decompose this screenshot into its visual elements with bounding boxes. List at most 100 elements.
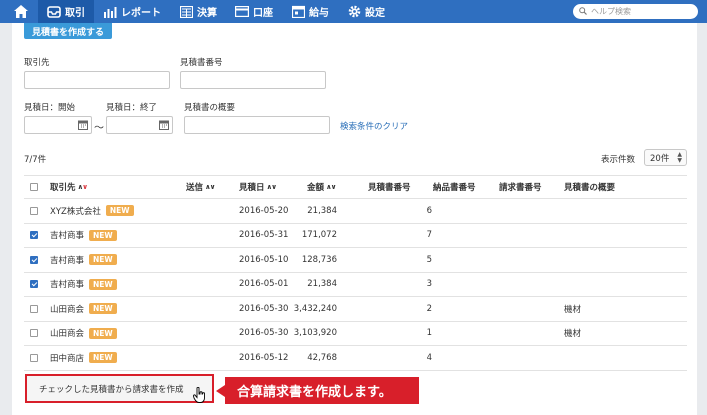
- sort-icon: ∧∨: [77, 183, 88, 191]
- partner-cell[interactable]: 吉村商事 NEW: [50, 273, 117, 297]
- nav-label: 設定: [365, 8, 385, 19]
- row-checkbox[interactable]: [30, 199, 38, 223]
- new-badge: NEW: [89, 352, 117, 364]
- header-delivery-no: 納品書番号: [433, 183, 476, 193]
- new-badge: NEW: [105, 205, 134, 217]
- table-row[interactable]: 山田商会 NEW 2016-05-30 3,432,240 2 機材: [24, 297, 687, 322]
- amount-cell: 21,384: [307, 279, 337, 290]
- per-page-select[interactable]: 20件 ▲ ▼: [644, 149, 687, 166]
- nav-settings[interactable]: 設定: [338, 0, 394, 23]
- end-date-label: 見積日：終了: [106, 103, 158, 113]
- date-cell: 2016-05-30: [239, 328, 289, 339]
- amount-cell: 128,736: [301, 254, 337, 265]
- date-cell: 2016-05-12: [239, 352, 289, 363]
- per-page-label: 表示件数: [601, 155, 636, 165]
- home-icon: [14, 5, 28, 19]
- nav-label: 決算: [197, 8, 217, 19]
- row-checkbox[interactable]: [30, 297, 38, 321]
- header-sent[interactable]: 送信 ∧∨: [186, 176, 215, 198]
- nav-payroll[interactable]: 給与: [282, 0, 338, 23]
- partner-cell[interactable]: 吉村商事 NEW: [50, 224, 117, 248]
- header-date[interactable]: 見積日 ∧∨: [239, 176, 277, 198]
- calendar-icon[interactable]: [78, 120, 88, 130]
- sort-icon: ∧∨: [205, 183, 215, 191]
- amount-cell: 21,384: [307, 205, 337, 216]
- row-checkbox[interactable]: [30, 224, 38, 248]
- row-checkbox[interactable]: [30, 248, 38, 272]
- table-row[interactable]: XYZ株式会社 NEW 2016-05-20 21,384 6: [24, 199, 687, 224]
- quote-number-label: 見積書番号: [180, 58, 223, 68]
- select-all-checkbox[interactable]: [30, 176, 38, 198]
- nav-settlement[interactable]: 決算: [170, 0, 226, 23]
- date-range-tilde: 〜: [94, 123, 104, 134]
- create-invoice-from-quotes-button[interactable]: チェックした見積書から請求書を作成: [25, 374, 214, 403]
- partner-cell[interactable]: XYZ株式会社 NEW: [50, 199, 134, 223]
- amount-cell: 171,072: [301, 230, 337, 241]
- summary-label: 見積書の概要: [184, 103, 236, 113]
- partner-cell[interactable]: 吉村商事 NEW: [50, 248, 117, 272]
- nav-home[interactable]: [0, 0, 38, 23]
- nav-accounts[interactable]: 口座: [226, 0, 282, 23]
- table-row[interactable]: 吉村商事 NEW 2016-05-31 171,072 7: [24, 224, 687, 248]
- create-quote-button[interactable]: 見積書を作成する: [24, 23, 113, 39]
- table-header: 取引先 ∧∨ 送信 ∧∨ 見積日 ∧∨ 金額 ∧∨ 見積書番号 納品書番号 請求書番号 …: [24, 175, 687, 199]
- clear-filters-link[interactable]: 検索条件のクリア: [340, 120, 408, 132]
- partner-input[interactable]: [24, 71, 170, 89]
- nav-reports[interactable]: レポート: [94, 0, 170, 23]
- partner-cell[interactable]: 山田商会 NEW: [50, 322, 117, 346]
- summary-input[interactable]: [184, 116, 330, 134]
- header-amount[interactable]: 金額 ∧∨: [307, 176, 336, 198]
- partner-cell[interactable]: 田中商店 NEW: [50, 346, 117, 370]
- end-date-input[interactable]: [106, 116, 173, 134]
- amount-cell: 3,103,920: [293, 328, 337, 339]
- result-count: 7/7件: [24, 155, 47, 165]
- nav-label: レポート: [121, 8, 161, 19]
- new-badge: NEW: [89, 229, 117, 241]
- calendar-icon[interactable]: [159, 120, 169, 130]
- table-row[interactable]: 田中商店 NEW 2016-05-12 42,768 4: [24, 346, 687, 371]
- quote-number-input[interactable]: [180, 71, 326, 89]
- date-cell: 2016-05-31: [239, 230, 289, 241]
- start-date-input[interactable]: [24, 116, 92, 134]
- new-badge: NEW: [89, 278, 117, 290]
- table-row[interactable]: 山田商会 NEW 2016-05-30 3,103,920 1 機材: [24, 322, 687, 346]
- header-invoice-no: 請求書番号: [499, 183, 542, 193]
- nav-transactions[interactable]: 取引: [38, 0, 94, 23]
- date-cell: 2016-05-20: [239, 205, 289, 216]
- main-panel: 見積書を作成する 取引先 見積書番号 見積日：開始 〜 見積日：終了 見積書の概…: [12, 23, 697, 415]
- date-cell: 2016-05-10: [239, 254, 289, 265]
- calculator-icon: [179, 5, 193, 19]
- row-checkbox[interactable]: [30, 273, 38, 297]
- nav-label: 給与: [309, 8, 329, 19]
- search-icon: [579, 6, 587, 17]
- chart-icon: [103, 5, 117, 19]
- header-partner[interactable]: 取引先 ∧∨: [50, 176, 88, 198]
- start-date-label: 見積日：開始: [24, 103, 76, 113]
- summary-cell: 機材: [564, 329, 582, 340]
- sort-icon: ∧∨: [326, 183, 336, 191]
- quotes-table: 取引先 ∧∨ 送信 ∧∨ 見積日 ∧∨ 金額 ∧∨ 見積書番号 納品書番号 請求書番号 …: [24, 175, 687, 371]
- table-row[interactable]: 吉村商事 NEW 2016-05-10 128,736 5: [24, 248, 687, 273]
- calendar-icon: [291, 5, 305, 19]
- quote-no-cell: 5: [426, 254, 432, 265]
- hand-cursor-icon: [193, 387, 205, 403]
- gear-icon: [347, 5, 361, 19]
- quote-no-cell: 4: [426, 352, 432, 363]
- new-badge: NEW: [89, 303, 117, 315]
- row-checkbox[interactable]: [30, 346, 38, 370]
- table-row[interactable]: 吉村商事 NEW 2016-05-01 21,384 3: [24, 273, 687, 297]
- per-page-value: 20件: [650, 153, 670, 164]
- amount-cell: 3,432,240: [293, 303, 337, 314]
- new-badge: NEW: [89, 327, 117, 339]
- quote-no-cell: 6: [426, 205, 432, 216]
- quote-no-cell: 2: [426, 303, 432, 314]
- quote-no-cell: 3: [426, 279, 432, 290]
- new-badge: NEW: [89, 254, 117, 266]
- wallet-icon: [235, 5, 249, 19]
- nav-label: 口座: [253, 8, 273, 19]
- help-search-input[interactable]: ヘルプ検索: [573, 4, 698, 19]
- partner-cell[interactable]: 山田商会 NEW: [50, 297, 117, 321]
- row-checkbox[interactable]: [30, 322, 38, 346]
- sort-icon: ∧∨: [266, 183, 277, 191]
- amount-cell: 42,768: [307, 352, 337, 363]
